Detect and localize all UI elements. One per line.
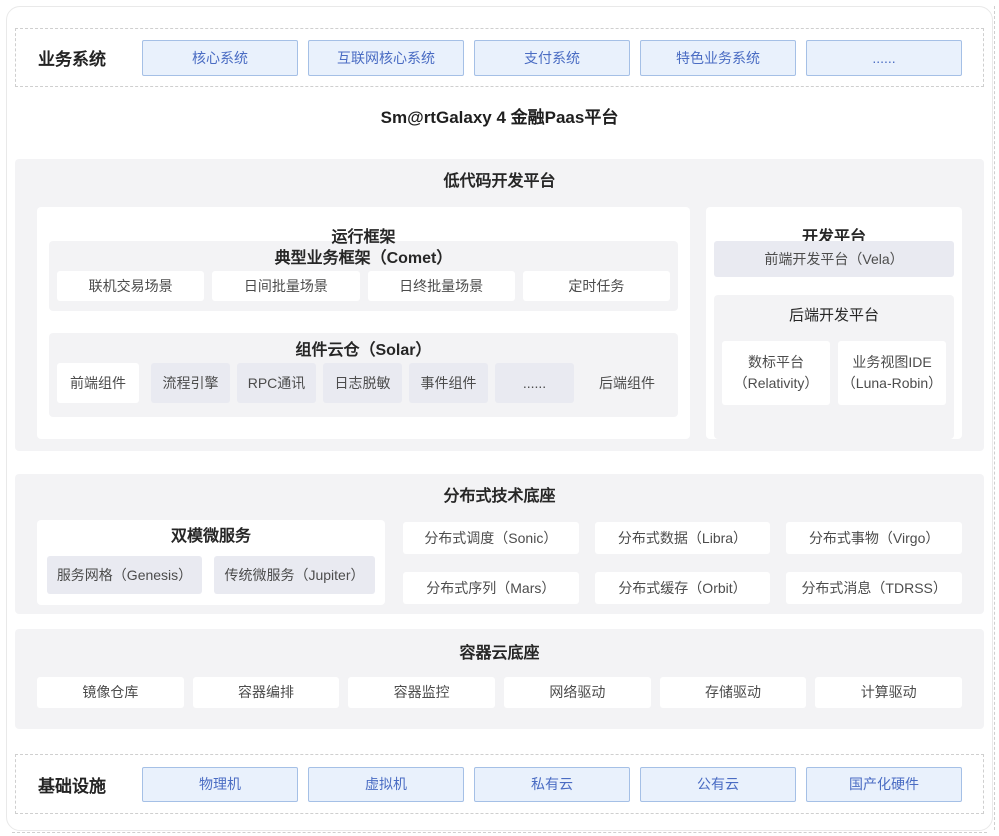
backend-dev-platform-title: 后端开发平台 [722, 305, 946, 329]
backend-item-luna-robin-name: 业务视图IDE [838, 352, 946, 373]
comet-item-eod-batch[interactable]: 日终批量场景 [368, 271, 515, 301]
dual-mode-microservice-panel: 双模微服务 服务网格（Genesis） 传统微服务（Jupiter） [37, 520, 385, 605]
outer-dashed-border-right [994, 6, 995, 830]
runtime-framework-title: 运行框架 [49, 207, 678, 241]
dual-mode-title: 双模微服务 [47, 528, 375, 546]
infra-item-virtual-machine[interactable]: 虚拟机 [308, 767, 464, 802]
lowcode-platform-title: 低代码开发平台 [15, 171, 984, 193]
solar-item-process-engine[interactable]: 流程引擎 [151, 363, 230, 403]
lowcode-platform-section: 低代码开发平台 运行框架 典型业务框架（Comet） 联机交易场景 日间批量场景… [15, 159, 984, 451]
container-item-monitoring[interactable]: 容器监控 [348, 677, 495, 708]
infra-item-private-cloud[interactable]: 私有云 [474, 767, 630, 802]
infrastructure-label: 基础设施 [16, 772, 142, 797]
backend-item-relativity-name: 数标平台 [722, 352, 830, 373]
distributed-item-virgo[interactable]: 分布式事物（Virgo） [786, 522, 962, 554]
solar-item-backend-components: 后端组件 [584, 363, 670, 403]
infra-item-public-cloud[interactable]: 公有云 [640, 767, 796, 802]
solar-item-log-masking[interactable]: 日志脱敏 [323, 363, 402, 403]
comet-item-scheduled-task[interactable]: 定时任务 [523, 271, 670, 301]
container-item-compute-driver[interactable]: 计算驱动 [815, 677, 962, 708]
container-base-title: 容器云底座 [37, 643, 962, 665]
architecture-card: 业务系统 核心系统 互联网核心系统 支付系统 特色业务系统 ...... Sm@… [6, 6, 993, 831]
frontend-dev-platform-vela[interactable]: 前端开发平台（Vela） [714, 241, 954, 277]
comet-framework-panel: 典型业务框架（Comet） 联机交易场景 日间批量场景 日终批量场景 定时任务 [49, 241, 678, 311]
dual-mode-item-genesis[interactable]: 服务网格（Genesis） [47, 556, 202, 594]
runtime-framework-panel: 运行框架 典型业务框架（Comet） 联机交易场景 日间批量场景 日终批量场景 … [37, 207, 690, 439]
dev-platform-title: 开发平台 [714, 207, 954, 241]
distributed-item-mars[interactable]: 分布式序列（Mars） [403, 572, 579, 604]
backend-dev-platform-panel: 后端开发平台 数标平台 （Relativity） 业务视图IDE （Luna-R… [714, 295, 954, 439]
container-item-storage-driver[interactable]: 存储驱动 [660, 677, 807, 708]
backend-item-luna-robin-code: （Luna-Robin） [838, 373, 946, 394]
infra-item-physical-machine[interactable]: 物理机 [142, 767, 298, 802]
distributed-item-libra[interactable]: 分布式数据（Libra） [595, 522, 771, 554]
business-systems-section: 业务系统 核心系统 互联网核心系统 支付系统 特色业务系统 ...... [15, 28, 984, 87]
outer-dashed-border-bottom [12, 832, 987, 833]
backend-item-relativity-code: （Relativity） [722, 373, 830, 394]
distributed-base-title: 分布式技术底座 [37, 486, 962, 508]
container-base-section: 容器云底座 镜像仓库 容器编排 容器监控 网络驱动 存储驱动 计算驱动 [15, 629, 984, 729]
distributed-item-sonic[interactable]: 分布式调度（Sonic） [403, 522, 579, 554]
distributed-item-tdrss[interactable]: 分布式消息（TDRSS） [786, 572, 962, 604]
infrastructure-section: 基础设施 物理机 虚拟机 私有云 公有云 国产化硬件 [15, 754, 984, 814]
business-system-payment[interactable]: 支付系统 [474, 40, 630, 76]
page-title: Sm@rtGalaxy 4 金融Paas平台 [7, 106, 992, 130]
business-system-more[interactable]: ...... [806, 40, 962, 76]
solar-item-frontend-components[interactable]: 前端组件 [57, 363, 139, 403]
solar-item-rpc[interactable]: RPC通讯 [237, 363, 316, 403]
comet-item-online-trading[interactable]: 联机交易场景 [57, 271, 204, 301]
container-item-image-registry[interactable]: 镜像仓库 [37, 677, 184, 708]
container-item-orchestration[interactable]: 容器编排 [193, 677, 340, 708]
business-system-special[interactable]: 特色业务系统 [640, 40, 796, 76]
business-system-core[interactable]: 核心系统 [142, 40, 298, 76]
comet-framework-title: 典型业务框架（Comet） [57, 249, 670, 271]
container-item-network-driver[interactable]: 网络驱动 [504, 677, 651, 708]
infra-item-domestic-hardware[interactable]: 国产化硬件 [806, 767, 962, 802]
distributed-base-section: 分布式技术底座 双模微服务 服务网格（Genesis） 传统微服务（Jupite… [15, 474, 984, 614]
business-system-internet-core[interactable]: 互联网核心系统 [308, 40, 464, 76]
solar-item-event-components[interactable]: 事件组件 [409, 363, 488, 403]
distributed-grid: 分布式调度（Sonic） 分布式数据（Libra） 分布式事物（Virgo） 分… [403, 522, 962, 605]
solar-warehouse-title: 组件云仓（Solar） [57, 341, 670, 363]
business-systems-label: 业务系统 [16, 45, 142, 70]
solar-item-more[interactable]: ...... [495, 363, 574, 403]
comet-item-intraday-batch[interactable]: 日间批量场景 [212, 271, 359, 301]
dev-platform-panel: 开发平台 前端开发平台（Vela） 后端开发平台 数标平台 （Relativit… [706, 207, 962, 439]
distributed-item-orbit[interactable]: 分布式缓存（Orbit） [595, 572, 771, 604]
solar-warehouse-panel: 组件云仓（Solar） 前端组件 流程引擎 RPC通讯 日志脱敏 事件组件 ..… [49, 333, 678, 417]
dual-mode-item-jupiter[interactable]: 传统微服务（Jupiter） [214, 556, 375, 594]
backend-item-relativity[interactable]: 数标平台 （Relativity） [722, 341, 830, 405]
backend-item-luna-robin[interactable]: 业务视图IDE （Luna-Robin） [838, 341, 946, 405]
